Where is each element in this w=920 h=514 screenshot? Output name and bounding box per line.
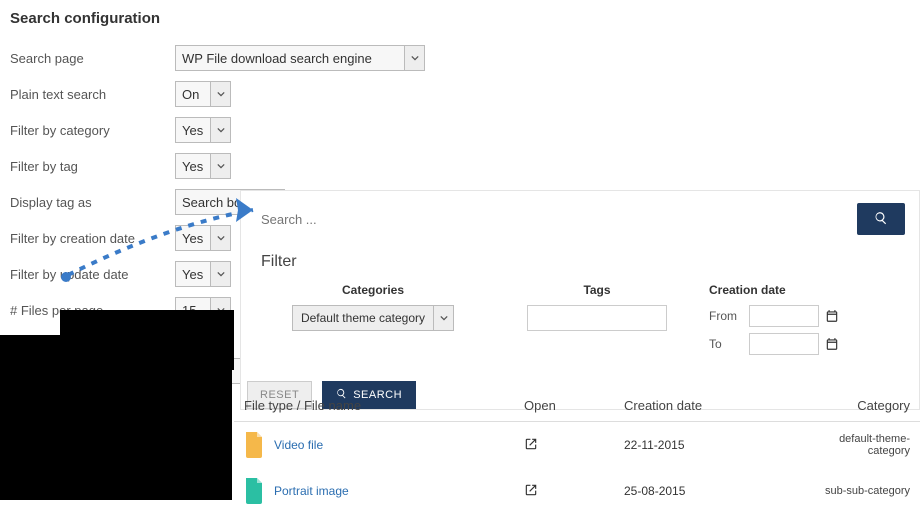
calendar-icon[interactable] xyxy=(825,337,839,351)
table-row: Video file 22-11-2015default-theme-catego… xyxy=(234,422,920,468)
row-filter-tag: Filter by tag Yes xyxy=(10,153,430,179)
label-display-tag-as: Display tag as xyxy=(10,195,175,210)
chevron-down-icon xyxy=(210,82,230,106)
open-external-icon[interactable] xyxy=(524,440,538,454)
header-creation-date: Creation date xyxy=(624,398,804,413)
filter-col-date: Creation date From To xyxy=(709,283,899,361)
decorative-block xyxy=(0,335,232,500)
select-value: Yes xyxy=(176,123,210,138)
search-bar xyxy=(241,191,919,247)
filter-col-tags: Tags xyxy=(485,283,709,361)
select-value: Yes xyxy=(176,159,210,174)
select-plain-text[interactable]: On xyxy=(175,81,231,107)
label-filter-tag: Filter by tag xyxy=(10,159,175,174)
results-header: File type / File name Open Creation date… xyxy=(234,390,920,422)
row-filter-category: Filter by category Yes xyxy=(10,117,430,143)
file-link[interactable]: Video file xyxy=(274,438,323,452)
from-label: From xyxy=(709,309,749,323)
file-cell: Video file xyxy=(244,432,524,458)
category-cell: default-theme-category xyxy=(804,433,910,457)
date-from-row: From xyxy=(709,305,899,327)
chevron-down-icon xyxy=(404,46,424,70)
chevron-down-icon xyxy=(210,262,230,286)
label-filter-creation: Filter by creation date xyxy=(10,231,175,246)
tags-header: Tags xyxy=(485,283,709,297)
chevron-down-icon xyxy=(210,154,230,178)
select-filter-tag[interactable]: Yes xyxy=(175,153,231,179)
chevron-down-icon xyxy=(210,118,230,142)
search-icon xyxy=(874,211,888,228)
calendar-icon[interactable] xyxy=(825,309,839,323)
header-file-type: File type / File name xyxy=(244,398,524,413)
select-value: Yes xyxy=(176,231,210,246)
label-filter-update: Filter by update date xyxy=(10,267,175,282)
file-link[interactable]: Portrait image xyxy=(274,484,349,498)
config-title: Search configuration xyxy=(10,10,430,27)
table-row: Portrait image 25-08-2015sub-sub-category xyxy=(234,468,920,514)
file-cell: Portrait image xyxy=(244,478,524,504)
search-panel: Filter Categories Default theme category… xyxy=(240,190,920,410)
results-table: File type / File name Open Creation date… xyxy=(234,390,920,514)
label-filter-category: Filter by category xyxy=(10,123,175,138)
open-cell xyxy=(524,437,624,454)
search-button[interactable] xyxy=(857,203,905,235)
to-label: To xyxy=(709,337,749,351)
select-filter-category[interactable]: Yes xyxy=(175,117,231,143)
select-value: Default theme category xyxy=(293,306,433,330)
filter-col-categories: Categories Default theme category xyxy=(261,283,485,361)
search-input[interactable] xyxy=(261,212,857,227)
tags-input[interactable] xyxy=(527,305,667,331)
row-plain-text: Plain text search On xyxy=(10,81,430,107)
label-search-page: Search page xyxy=(10,51,175,66)
row-search-page: Search page WP File download search engi… xyxy=(10,45,430,71)
chevron-down-icon xyxy=(433,306,453,330)
file-icon xyxy=(244,432,264,458)
filter-title: Filter xyxy=(261,253,899,271)
label-plain-text: Plain text search xyxy=(10,87,175,102)
chevron-down-icon xyxy=(210,226,230,250)
select-filter-update[interactable]: Yes xyxy=(175,261,231,287)
select-filter-creation[interactable]: Yes xyxy=(175,225,231,251)
date-to-row: To xyxy=(709,333,899,355)
categories-select[interactable]: Default theme category xyxy=(292,305,454,331)
header-open: Open xyxy=(524,398,624,413)
creation-date-header: Creation date xyxy=(709,283,899,297)
filter-section: Filter Categories Default theme category… xyxy=(241,247,919,375)
filter-columns: Categories Default theme category Tags C… xyxy=(261,283,899,361)
date-to-input[interactable] xyxy=(749,333,819,355)
date-cell: 22-11-2015 xyxy=(624,438,804,452)
open-cell xyxy=(524,483,624,500)
select-value: On xyxy=(176,87,210,102)
select-value: WP File download search engine xyxy=(176,51,404,66)
open-external-icon[interactable] xyxy=(524,486,538,500)
date-from-input[interactable] xyxy=(749,305,819,327)
file-icon xyxy=(244,478,264,504)
select-search-page[interactable]: WP File download search engine xyxy=(175,45,425,71)
select-value: Yes xyxy=(176,267,210,282)
categories-header: Categories xyxy=(261,283,485,297)
header-category: Category xyxy=(804,398,910,413)
category-cell: sub-sub-category xyxy=(804,485,910,497)
date-cell: 25-08-2015 xyxy=(624,484,804,498)
